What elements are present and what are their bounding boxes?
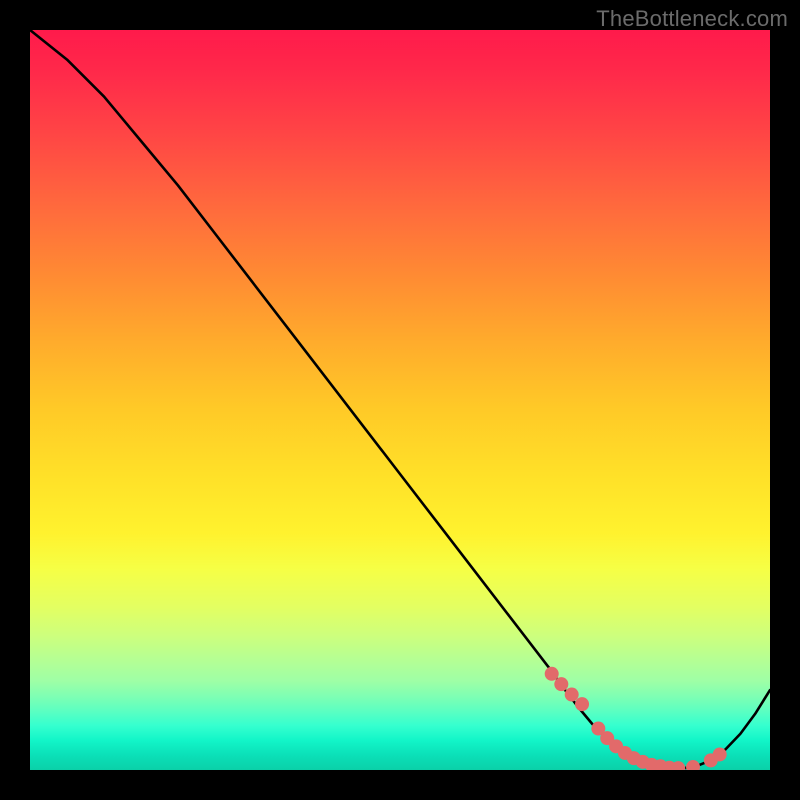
marker-dot (575, 697, 589, 711)
marker-dot (686, 760, 700, 770)
marker-dot (713, 747, 727, 761)
watermark-text: TheBottleneck.com (596, 6, 788, 32)
marker-group (545, 667, 727, 770)
plot-area (30, 30, 770, 770)
marker-dot (554, 677, 568, 691)
marker-dot (565, 688, 579, 702)
chart-svg (30, 30, 770, 770)
bottleneck-curve (30, 30, 770, 769)
marker-dot (545, 667, 559, 681)
chart-frame: TheBottleneck.com (0, 0, 800, 800)
